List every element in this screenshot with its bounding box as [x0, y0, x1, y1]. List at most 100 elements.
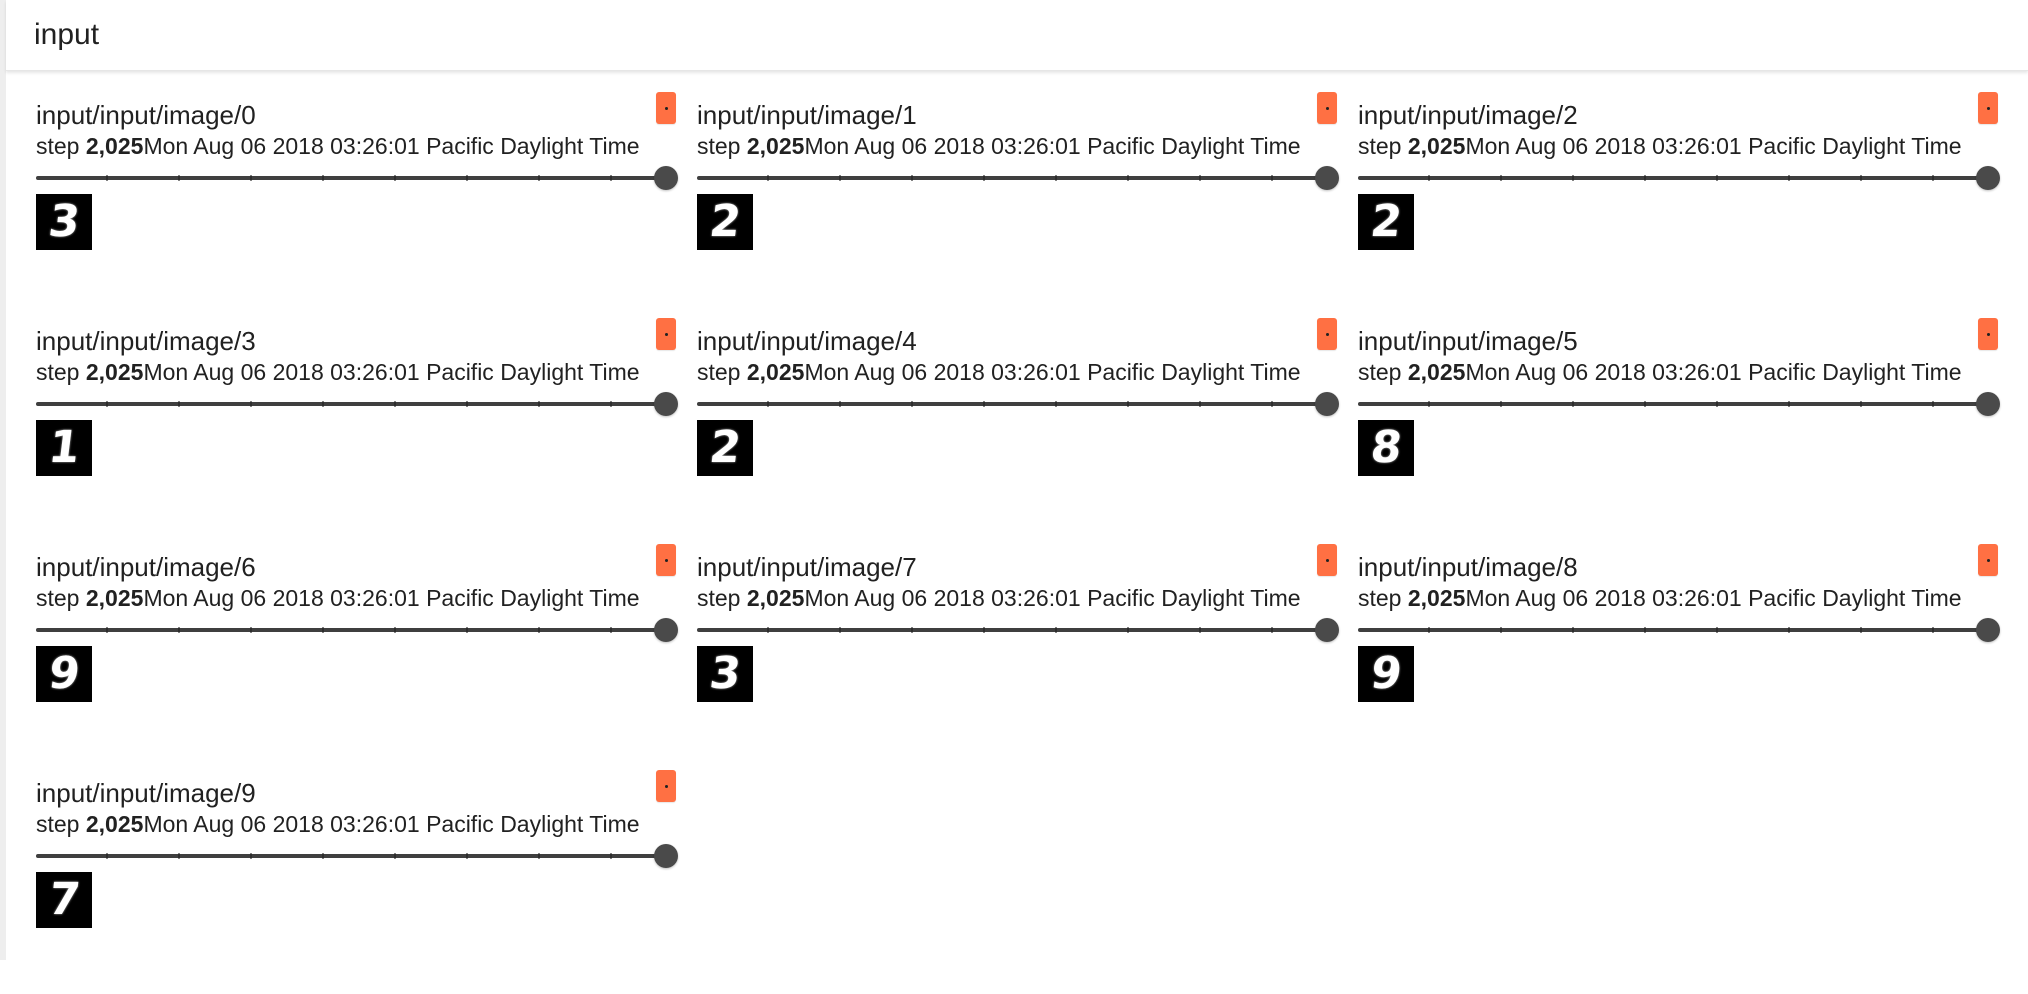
slider-thumb[interactable] [1976, 392, 2000, 416]
step-label: step [1358, 359, 1408, 385]
orange-badge-icon[interactable] [1978, 318, 1998, 350]
image-card: input/input/image/6 step 2,025Mon Aug 06… [36, 542, 678, 768]
step-value: 2,025 [85, 359, 144, 385]
step-slider[interactable] [697, 165, 1339, 191]
step-slider[interactable] [1358, 391, 2000, 417]
card-title: input/input/image/1 [697, 100, 917, 130]
digit-glyph: 2 [706, 422, 744, 473]
image-card: input/input/image/7 step 2,025Mon Aug 06… [697, 542, 1339, 768]
card-subtitle: step 2,025Mon Aug 06 2018 03:26:01 Pacif… [697, 584, 1301, 612]
image-card: input/input/image/1 step 2,025Mon Aug 06… [697, 90, 1339, 316]
card-title: input/input/image/7 [697, 552, 917, 582]
step-label: step [1358, 133, 1408, 159]
card-subtitle: step 2,025Mon Aug 06 2018 03:26:01 Pacif… [36, 132, 640, 160]
digit-glyph: 9 [45, 648, 83, 699]
image-card: input/input/image/8 step 2,025Mon Aug 06… [1358, 542, 2000, 768]
orange-badge-icon[interactable] [656, 770, 676, 802]
digit-glyph: 3 [706, 648, 744, 699]
step-label: step [36, 133, 86, 159]
image-thumbnail: 3 [36, 194, 92, 250]
card-title: input/input/image/8 [1358, 552, 1578, 582]
timestamp: Mon Aug 06 2018 03:26:01 Pacific Dayligh… [804, 359, 1301, 385]
slider-thumb[interactable] [1976, 618, 2000, 642]
step-slider[interactable] [36, 843, 678, 869]
timestamp: Mon Aug 06 2018 03:26:01 Pacific Dayligh… [143, 811, 640, 837]
card-title: input/input/image/0 [36, 100, 256, 130]
image-thumbnail: 9 [1358, 646, 1414, 702]
timestamp: Mon Aug 06 2018 03:26:01 Pacific Dayligh… [143, 359, 640, 385]
digit-glyph: 7 [45, 874, 83, 925]
step-slider[interactable] [36, 165, 678, 191]
card-title: input/input/image/9 [36, 778, 256, 808]
timestamp: Mon Aug 06 2018 03:26:01 Pacific Dayligh… [1465, 359, 1962, 385]
orange-badge-icon[interactable] [1317, 544, 1337, 576]
orange-badge-icon[interactable] [1978, 92, 1998, 124]
image-thumbnail: 7 [36, 872, 92, 928]
step-slider[interactable] [1358, 165, 2000, 191]
digit-glyph: 3 [45, 196, 83, 247]
image-card: input/input/image/9 step 2,025Mon Aug 06… [36, 768, 678, 994]
card-title: input/input/image/4 [697, 326, 917, 356]
slider-track [36, 176, 666, 180]
step-slider[interactable] [36, 391, 678, 417]
slider-track [697, 402, 1327, 406]
slider-thumb[interactable] [1976, 166, 2000, 190]
image-thumbnail: 9 [36, 646, 92, 702]
card-subtitle: step 2,025Mon Aug 06 2018 03:26:01 Pacif… [36, 810, 640, 838]
slider-track [697, 176, 1327, 180]
step-slider[interactable] [36, 617, 678, 643]
slider-track [36, 854, 666, 858]
step-value: 2,025 [85, 811, 144, 837]
slider-thumb[interactable] [1315, 392, 1339, 416]
digit-glyph: 1 [45, 422, 83, 473]
digit-glyph: 2 [706, 196, 744, 247]
digit-glyph: 8 [1367, 422, 1405, 473]
image-card: input/input/image/4 step 2,025Mon Aug 06… [697, 316, 1339, 542]
slider-track [1358, 176, 1988, 180]
slider-track [1358, 628, 1988, 632]
image-card: input/input/image/2 step 2,025Mon Aug 06… [1358, 90, 2000, 316]
orange-badge-icon[interactable] [656, 318, 676, 350]
orange-badge-icon[interactable] [1317, 92, 1337, 124]
step-value: 2,025 [746, 585, 805, 611]
step-value: 2,025 [1407, 585, 1466, 611]
card-title: input/input/image/3 [36, 326, 256, 356]
step-value: 2,025 [746, 133, 805, 159]
image-thumbnail: 3 [697, 646, 753, 702]
card-subtitle: step 2,025Mon Aug 06 2018 03:26:01 Pacif… [1358, 132, 1962, 160]
card-subtitle: step 2,025Mon Aug 06 2018 03:26:01 Pacif… [36, 584, 640, 612]
slider-thumb[interactable] [1315, 166, 1339, 190]
slider-thumb[interactable] [654, 392, 678, 416]
slider-track [1358, 402, 1988, 406]
image-card: input/input/image/0 step 2,025Mon Aug 06… [36, 90, 678, 316]
step-slider[interactable] [697, 391, 1339, 417]
card-subtitle: step 2,025Mon Aug 06 2018 03:26:01 Pacif… [36, 358, 640, 386]
timestamp: Mon Aug 06 2018 03:26:01 Pacific Dayligh… [1465, 133, 1962, 159]
timestamp: Mon Aug 06 2018 03:26:01 Pacific Dayligh… [143, 585, 640, 611]
image-card: input/input/image/5 step 2,025Mon Aug 06… [1358, 316, 2000, 542]
orange-badge-icon[interactable] [1978, 544, 1998, 576]
image-card: input/input/image/3 step 2,025Mon Aug 06… [36, 316, 678, 542]
step-label: step [36, 585, 86, 611]
slider-track [36, 628, 666, 632]
timestamp: Mon Aug 06 2018 03:26:01 Pacific Dayligh… [143, 133, 640, 159]
image-thumbnail: 2 [1358, 194, 1414, 250]
orange-badge-icon[interactable] [656, 544, 676, 576]
orange-badge-icon[interactable] [656, 92, 676, 124]
slider-thumb[interactable] [1315, 618, 1339, 642]
step-label: step [36, 811, 86, 837]
card-title: input/input/image/5 [1358, 326, 1578, 356]
step-value: 2,025 [1407, 359, 1466, 385]
slider-thumb[interactable] [654, 166, 678, 190]
slider-thumb[interactable] [654, 844, 678, 868]
card-subtitle: step 2,025Mon Aug 06 2018 03:26:01 Pacif… [1358, 358, 1962, 386]
timestamp: Mon Aug 06 2018 03:26:01 Pacific Dayligh… [804, 133, 1301, 159]
orange-badge-icon[interactable] [1317, 318, 1337, 350]
card-title: input/input/image/6 [36, 552, 256, 582]
step-slider[interactable] [1358, 617, 2000, 643]
page-header: input [6, 0, 2028, 71]
slider-thumb[interactable] [654, 618, 678, 642]
step-label: step [697, 133, 747, 159]
step-label: step [697, 359, 747, 385]
step-slider[interactable] [697, 617, 1339, 643]
